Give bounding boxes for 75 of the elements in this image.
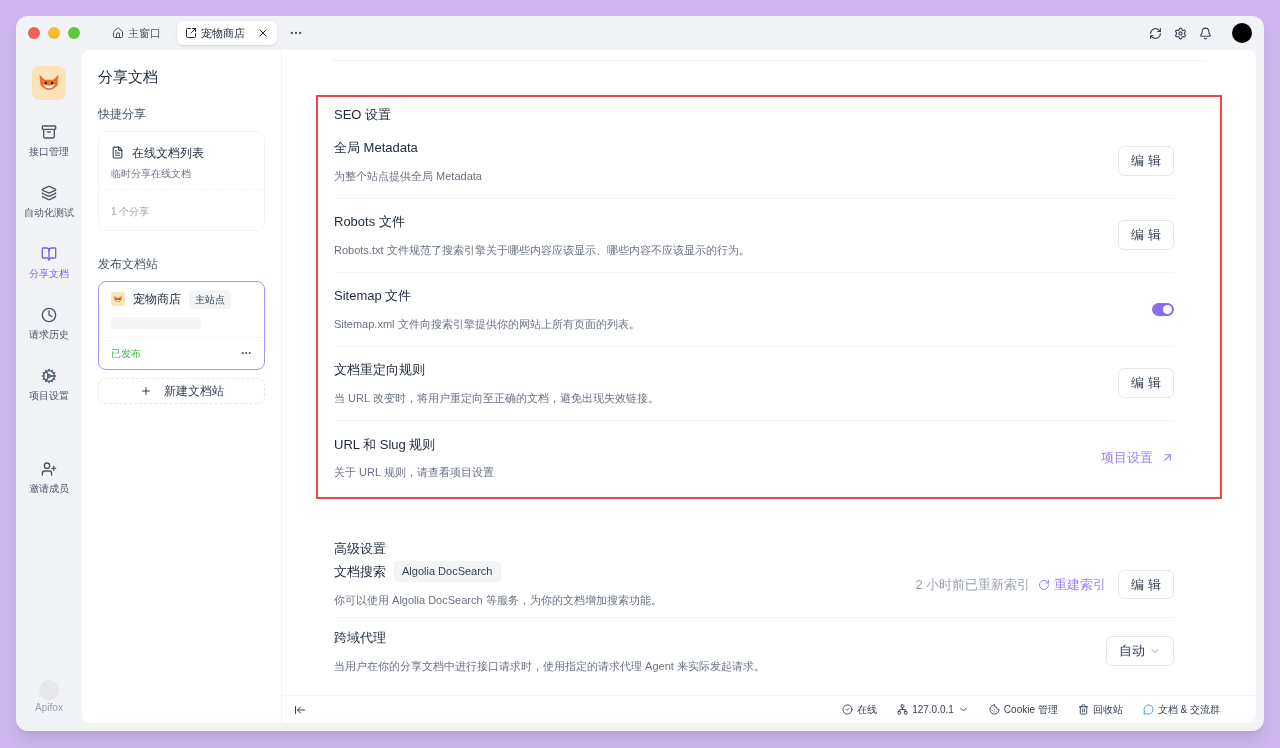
share-count: 1 个分享 — [111, 205, 150, 217]
setting-description: 为整个站点提供全局 Metadata — [334, 168, 482, 184]
book-icon — [41, 246, 57, 262]
host-selector[interactable]: 127.0.0.1 — [897, 702, 969, 717]
section-title: SEO 设置 — [334, 106, 393, 124]
invite-members-item[interactable]: 邀请成员 — [29, 461, 69, 496]
setting-description: 你可以使用 Algolia DocSearch 等服务，为你的文档增加搜索功能。 — [334, 592, 662, 608]
new-site-button[interactable]: 新建文档站 — [98, 377, 265, 404]
edit-button[interactable]: 编 辑 — [1118, 220, 1174, 250]
section-label: 发布文档站 — [98, 255, 159, 273]
user-plus-icon — [41, 461, 57, 477]
nav-item[interactable]: 项目设置 — [29, 368, 69, 403]
trash-link[interactable]: 回收站 — [1077, 702, 1123, 717]
trash-icon — [1077, 704, 1089, 715]
chat-icon — [1142, 704, 1154, 715]
layers-icon — [41, 185, 57, 201]
setting-title: Sitemap 文件 — [334, 287, 412, 305]
provider-tag: Algolia DocSearch — [394, 561, 501, 582]
archive-icon — [41, 124, 57, 140]
document-icon — [111, 146, 124, 159]
main-site-tag: 主站点 — [189, 289, 231, 309]
site-name: 宠物商店 — [133, 291, 181, 308]
cookie-icon — [988, 704, 1000, 715]
brand-name: Apifox — [35, 701, 63, 715]
fox-logo-icon — [111, 292, 125, 306]
setting-description: 当 URL 改变时，将用户重定向至正确的文档，避免出现失效链接。 — [334, 390, 659, 406]
close-tab-icon[interactable] — [257, 27, 269, 39]
online-status[interactable]: 在线 — [842, 702, 878, 717]
cookie-manager[interactable]: Cookie 管理 — [988, 702, 1058, 717]
setting-title: URL 和 Slug 规则 — [334, 435, 436, 454]
setting-title: 文档搜索 — [334, 562, 386, 581]
arrow-up-right-icon — [1161, 451, 1174, 464]
sitemap-toggle[interactable] — [1152, 302, 1174, 316]
check-circle-icon — [842, 704, 854, 715]
network-icon — [897, 704, 909, 715]
share-card-title: 在线文档列表 — [132, 144, 204, 162]
published-status: 已发布 — [111, 346, 141, 361]
edit-button[interactable]: 编 辑 — [1118, 368, 1174, 398]
home-icon — [112, 27, 124, 39]
rotate-icon — [1038, 578, 1051, 591]
edit-button[interactable]: 编 辑 — [1118, 569, 1174, 600]
setting-title: 文档重定向规则 — [334, 361, 425, 379]
cog-icon — [41, 368, 57, 384]
plus-icon — [139, 384, 152, 397]
edit-button[interactable]: 编 辑 — [1118, 146, 1174, 176]
setting-title: 全局 Metadata — [334, 139, 418, 157]
window-tab[interactable]: 主窗口 — [104, 21, 169, 45]
collapse-icon[interactable] — [294, 703, 306, 716]
section-title: 高级设置 — [334, 539, 387, 558]
external-link-icon — [185, 27, 197, 39]
setting-title: Robots 文件 — [334, 213, 405, 231]
setting-title: 跨域代理 — [334, 629, 386, 647]
refresh-icon[interactable] — [1149, 26, 1162, 40]
setting-description: Sitemap.xml 文件向搜索引擎提供你的网站上所有页面的列表。 — [334, 316, 640, 332]
section-label: 快捷分享 — [98, 105, 147, 123]
user-avatar[interactable] — [1232, 23, 1252, 43]
fox-logo-icon — [32, 66, 66, 100]
clock-icon — [41, 307, 57, 323]
window-tab[interactable]: 宠物商店 — [177, 21, 277, 45]
setting-description: 关于 URL 规则，请查看项目设置 — [334, 465, 494, 480]
nav-item[interactable]: 自动化测试 — [24, 185, 74, 220]
nav-item[interactable]: 分享文档 — [29, 246, 69, 281]
proxy-select[interactable]: 自动 — [1106, 636, 1174, 666]
nav-item[interactable]: 请求历史 — [29, 307, 69, 342]
reindex-time: 2 小时前已重新索引 — [915, 575, 1031, 594]
share-card[interactable]: 在线文档列表 临时分享在线文档 1 个分享 — [98, 130, 265, 231]
bell-icon[interactable] — [1199, 26, 1212, 40]
nav-item[interactable]: 接口管理 — [29, 124, 69, 159]
share-card-subtitle: 临时分享在线文档 — [111, 166, 192, 181]
settings-icon[interactable] — [1174, 26, 1187, 40]
site-card[interactable]: 宠物商店 主站点 已发布 — [98, 280, 265, 370]
setting-description: 当用户在你的分享文档中进行接口请求时，使用指定的请求代理 Agent 来实际发起请求。 — [334, 658, 765, 674]
community-link[interactable]: 文档 & 交流群 — [1142, 702, 1220, 717]
panel-title: 分享文档 — [98, 67, 159, 87]
setting-description: Robots.txt 文件规范了搜索引擎关于哪些内容应该显示、哪些内容不应该显示的行为。 — [334, 242, 750, 258]
